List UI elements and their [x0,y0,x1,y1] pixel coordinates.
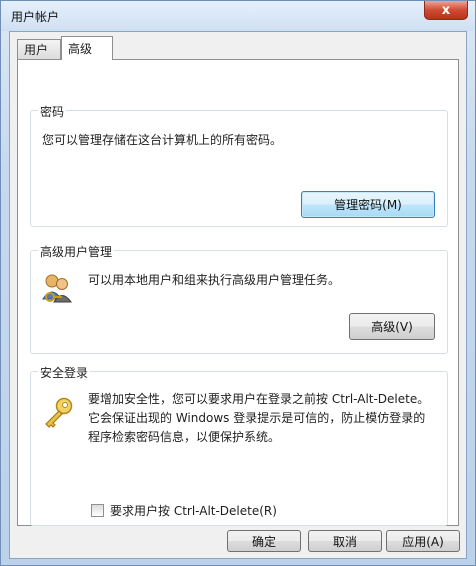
ok-button[interactable]: 确定 [227,530,301,552]
ok-label: 确定 [251,534,276,549]
close-button[interactable]: x [424,1,468,20]
manage-passwords-button[interactable]: 管理密码(M) [301,191,435,218]
advanced-user-management-group: 高级用户管理 可以用本地用户和组来执行高级用户管理任务。 高级(V) [30,243,448,354]
secure-logon-group: 安全登录 要增加安全性，您可以要求用户在登录之前按 Ctrl-Alt-Delet… [30,364,448,526]
manage-passwords-label: 管理密码(M) [334,198,402,212]
secure-logon-label: 安全登录 [38,364,91,381]
tab-advanced[interactable]: 高级 [61,36,113,60]
users-key-icon [42,274,72,303]
passwords-description: 您可以管理存储在这台计算机上的所有密码。 [42,133,283,147]
client-area: 用户 高级 密码 您可以管理存储在这台计算机上的所有密码。 管理密码(M) 高级… [9,31,467,559]
secure-logon-line-2: 它会保证出现的 Windows 登录提示是可信的，防止模仿登录的 [88,411,426,425]
apply-button[interactable]: 应用(A) [386,530,460,552]
require-cad-checkbox-row[interactable]: 要求用户按 Ctrl-Alt-Delete(R) [91,502,277,519]
advanced-user-management-description: 可以用本地用户和组来执行高级用户管理任务。 [88,273,341,287]
tab-panel-advanced: 密码 您可以管理存储在这台计算机上的所有密码。 管理密码(M) 高级用户管理 可… [17,59,459,526]
cancel-label: 取消 [332,534,357,549]
secure-logon-line-1: 要增加安全性，您可以要求用户在登录之前按 Ctrl-Alt-Delete。 [88,392,430,406]
passwords-group-label: 密码 [38,103,67,120]
window-title: 用户帐户 [11,10,60,24]
tab-advanced-label: 高级 [68,42,93,56]
require-cad-label: 要求用户按 Ctrl-Alt-Delete(R) [110,504,277,518]
advanced-user-management-label: 高级用户管理 [38,243,115,260]
passwords-group: 密码 您可以管理存储在这台计算机上的所有密码。 管理密码(M) [30,103,448,227]
title-bar[interactable]: 用户帐户 x [1,1,475,31]
close-icon: x [441,2,451,18]
tab-users-label: 用户 [24,43,49,57]
require-cad-checkbox[interactable] [91,504,104,517]
cancel-button[interactable]: 取消 [308,530,382,552]
advanced-button-label: 高级(V) [371,320,413,334]
secure-logon-line-3: 程序检索密码信息，以便保护系统。 [88,430,281,444]
key-icon [45,397,73,428]
secure-logon-description: 要增加安全性，您可以要求用户在登录之前按 Ctrl-Alt-Delete。 它会… [88,390,429,447]
apply-label: 应用(A) [402,534,444,549]
tab-users[interactable]: 用户 [17,39,61,59]
dialog-window: 用户帐户 x 用户 高级 密码 您可以管理存储在这台计算机上的所有密码。 管理密… [0,0,476,566]
advanced-button[interactable]: 高级(V) [349,313,435,340]
